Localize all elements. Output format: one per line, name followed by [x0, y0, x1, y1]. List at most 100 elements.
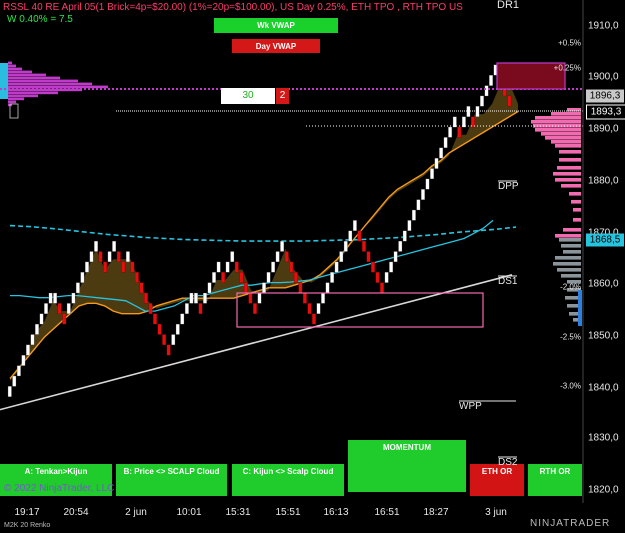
- left-profile-edge: [0, 63, 8, 99]
- y-tick: 1840,0: [588, 382, 619, 394]
- down-brick: [366, 251, 371, 263]
- up-brick: [112, 240, 117, 252]
- right-profile-bar: [531, 120, 581, 124]
- up-brick: [411, 209, 416, 221]
- right-profile-bar: [573, 208, 581, 212]
- up-brick: [7, 386, 12, 397]
- renko-bricks: [7, 64, 512, 397]
- brick-counter-badge: 2: [276, 88, 289, 104]
- right-volume-profile: [531, 108, 582, 326]
- brick-counter-value: 30: [221, 88, 275, 104]
- supply-zone-box: [236, 292, 484, 328]
- up-brick: [389, 261, 394, 273]
- y-tick: 1910,0: [588, 20, 619, 32]
- right-profile-bar: [535, 116, 581, 120]
- percent-tick: +0.25%: [553, 63, 581, 73]
- chart-canvas[interactable]: [0, 0, 625, 533]
- up-brick: [207, 282, 212, 294]
- up-brick: [330, 272, 335, 283]
- down-brick: [57, 303, 62, 314]
- up-brick: [125, 251, 130, 263]
- up-brick: [180, 313, 185, 325]
- up-brick: [203, 292, 207, 304]
- up-brick: [21, 355, 26, 366]
- rth-or-button[interactable]: RTH OR: [528, 464, 582, 496]
- right-profile-bar: [557, 166, 581, 170]
- down-brick: [103, 261, 108, 273]
- percent-tick: -3.0%: [560, 381, 581, 391]
- up-brick: [26, 344, 30, 356]
- left-profile-bar: [8, 97, 24, 101]
- down-brick: [298, 282, 303, 294]
- right-profile-bar: [569, 192, 581, 196]
- up-brick: [262, 282, 266, 294]
- up-brick: [71, 292, 76, 304]
- x-tick: 18:27: [423, 507, 449, 518]
- x-tick: 15:51: [275, 507, 301, 518]
- left-profile-bar: [8, 73, 46, 77]
- down-brick: [139, 282, 144, 294]
- right-profile-bar: [545, 136, 581, 140]
- down-brick: [243, 282, 248, 294]
- x-tick: 3 jun: [485, 507, 507, 518]
- kijun-scalp-cloud-button[interactable]: C: Kijun <> Scalp Cloud: [232, 464, 344, 496]
- right-profile-bar: [561, 244, 581, 248]
- eth-or-button[interactable]: ETH OR: [470, 464, 524, 496]
- up-brick: [16, 365, 21, 377]
- y-tick: 1820,0: [588, 484, 619, 496]
- up-brick: [171, 334, 176, 346]
- down-brick: [253, 303, 257, 314]
- up-brick: [480, 95, 484, 107]
- down-brick: [116, 251, 121, 263]
- right-profile-bar: [563, 250, 581, 254]
- up-brick: [94, 240, 98, 252]
- right-profile-bar: [553, 262, 581, 266]
- up-brick: [212, 272, 216, 283]
- down-brick: [380, 282, 384, 294]
- down-brick: [166, 344, 171, 356]
- left-profile-bar: [8, 76, 60, 80]
- day-vwap-button[interactable]: Day VWAP: [232, 39, 320, 53]
- left-profile-bar: [8, 61, 12, 65]
- up-brick: [39, 313, 44, 325]
- down-brick: [357, 230, 362, 242]
- up-brick: [398, 240, 403, 252]
- price-scalp-cloud-button[interactable]: B: Price <> SCALP Cloud: [116, 464, 227, 496]
- up-brick: [80, 272, 85, 283]
- x-tick: 16:51: [374, 507, 400, 518]
- momentum-button[interactable]: MOMENTUM: [348, 440, 466, 492]
- down-brick: [248, 292, 253, 304]
- up-brick: [348, 230, 353, 242]
- right-profile-edge: [578, 290, 582, 326]
- up-brick: [489, 75, 493, 86]
- down-brick: [221, 272, 226, 283]
- up-brick: [194, 292, 198, 304]
- down-brick: [284, 251, 289, 263]
- down-brick: [362, 240, 366, 252]
- down-brick: [507, 95, 512, 107]
- left-profile-bar: [8, 100, 16, 104]
- dr1-label: DR1: [497, 0, 520, 11]
- down-brick: [153, 313, 157, 325]
- ninjatrader-logo: NINJATRADER: [530, 518, 611, 529]
- right-profile-bar: [563, 228, 581, 232]
- right-profile-bar: [559, 158, 581, 162]
- up-brick: [184, 303, 189, 314]
- left-profile-bar: [8, 94, 38, 98]
- up-brick: [343, 240, 348, 252]
- wk-vwap-button[interactable]: Wk VWAP: [214, 18, 338, 33]
- vwap-price-badge: 1868,5: [586, 233, 624, 247]
- up-brick: [430, 168, 434, 180]
- up-brick: [280, 240, 285, 252]
- up-brick: [271, 261, 276, 273]
- up-brick: [175, 323, 180, 335]
- down-brick: [371, 261, 375, 273]
- left-profile-bar: [8, 85, 108, 89]
- up-brick: [407, 220, 412, 231]
- up-brick: [275, 251, 280, 263]
- up-brick: [257, 292, 262, 304]
- right-profile-bar: [555, 234, 581, 238]
- up-brick: [439, 147, 444, 159]
- down-brick: [307, 303, 312, 314]
- right-profile-bar: [535, 128, 581, 132]
